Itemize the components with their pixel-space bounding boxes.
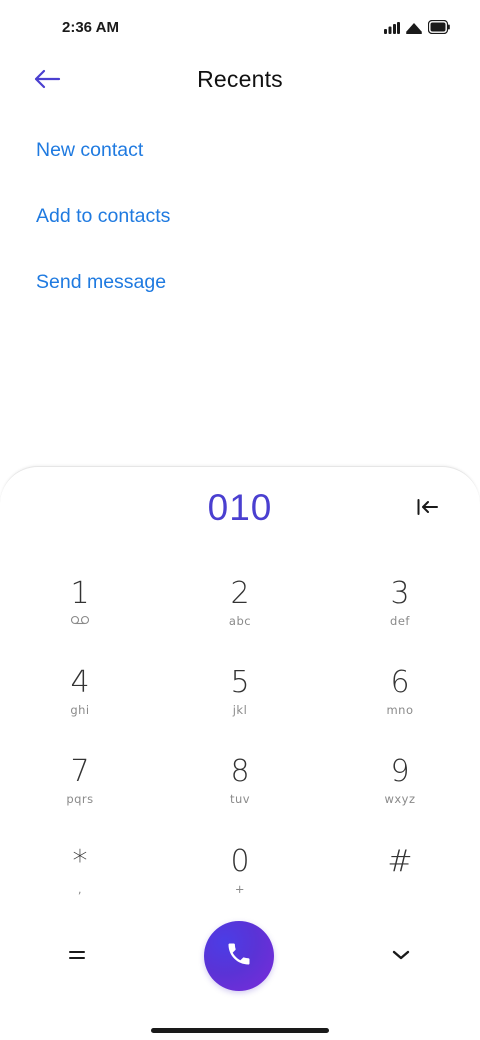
key-letters: def: [390, 614, 410, 628]
key-digit: *: [72, 844, 88, 879]
add-to-contacts-link[interactable]: Add to contacts: [36, 196, 170, 262]
key-digit: 3: [390, 576, 410, 611]
key-digit: 7: [70, 754, 90, 789]
header: Recents: [0, 56, 480, 106]
key-4[interactable]: 4 ghi: [20, 666, 140, 746]
key-digit: 1: [70, 576, 90, 611]
page-title: Recents: [197, 66, 283, 92]
actions-list: New contact Add to contacts Send message: [36, 130, 170, 328]
dialer-panel: 010 1 2 abc 3 def 4 ghi 5 jkl 6 mno 7 pq…: [0, 466, 480, 1040]
key-8[interactable]: 8 tuv: [180, 755, 300, 835]
key-letters: ,: [77, 882, 83, 896]
key-9[interactable]: 9 wxyz: [340, 755, 460, 835]
send-message-link[interactable]: Send message: [36, 262, 170, 328]
key-digit: 2: [230, 576, 250, 611]
collapse-dialpad-button[interactable]: [386, 945, 416, 969]
key-digit: 8: [230, 754, 250, 789]
key-letters: tuv: [229, 792, 251, 806]
dialer-controls: [0, 919, 480, 995]
key-1[interactable]: 1: [20, 577, 140, 657]
key-digit: 5: [230, 665, 250, 700]
dialed-number: 010: [207, 487, 273, 528]
key-7[interactable]: 7 pqrs: [20, 755, 140, 835]
wifi-icon: [406, 21, 422, 39]
home-indicator[interactable]: [151, 1028, 329, 1033]
key-3[interactable]: 3 def: [340, 577, 460, 657]
signal-icon: [384, 21, 400, 39]
backspace-icon: [417, 498, 439, 521]
key-0[interactable]: 0 +: [180, 845, 300, 925]
menu-button[interactable]: [62, 947, 94, 967]
key-hash[interactable]: #: [340, 845, 460, 925]
new-contact-link[interactable]: New contact: [36, 130, 170, 196]
menu-icon: [68, 948, 88, 966]
key-digit: #: [387, 844, 413, 879]
key-letters: +: [234, 882, 246, 896]
voicemail-icon: [20, 613, 140, 629]
key-letters: wxyz: [384, 792, 416, 806]
key-2[interactable]: 2 abc: [180, 577, 300, 657]
key-star[interactable]: * ,: [20, 845, 140, 925]
key-digit: 6: [390, 665, 410, 700]
backspace-button[interactable]: [414, 497, 442, 521]
key-digit: 9: [390, 754, 410, 789]
battery-icon: [427, 19, 450, 39]
key-6[interactable]: 6 mno: [340, 666, 460, 746]
key-5[interactable]: 5 jkl: [180, 666, 300, 746]
chevron-down-icon: [392, 948, 410, 966]
key-letters: mno: [386, 703, 414, 717]
status-bar: 2:36 AM: [0, 0, 480, 56]
key-digit: 0: [230, 844, 250, 879]
key-letters: jkl: [232, 703, 248, 717]
phone-icon: [225, 940, 253, 973]
key-letters: ghi: [70, 703, 90, 717]
key-letters: pqrs: [66, 792, 94, 806]
status-icons: [384, 19, 450, 39]
call-button[interactable]: [204, 921, 274, 991]
key-digit: 4: [70, 665, 90, 700]
key-letters: abc: [228, 614, 252, 628]
status-time: 2:36 AM: [62, 19, 119, 36]
